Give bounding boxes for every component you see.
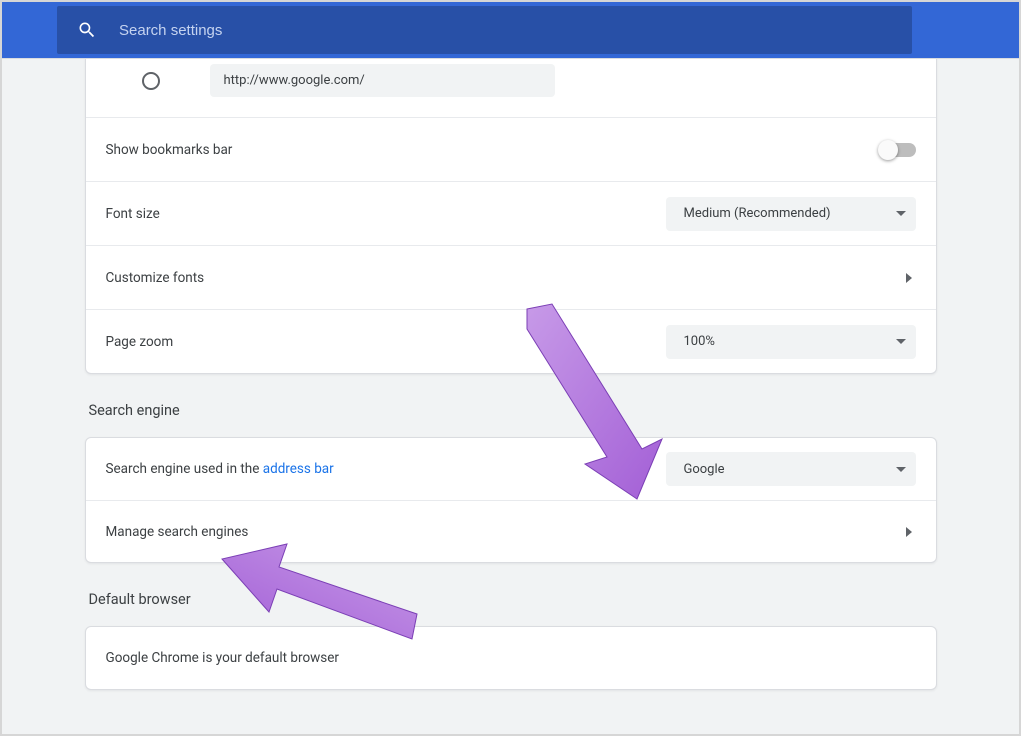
default-browser-row: Google Chrome is your default browser	[86, 627, 936, 689]
bookmarks-bar-toggle[interactable]	[880, 143, 916, 157]
chevron-down-icon	[896, 211, 906, 216]
default-browser-card: Google Chrome is your default browser	[85, 626, 937, 690]
page-zoom-value: 100%	[684, 334, 896, 349]
page-zoom-select[interactable]: 100%	[666, 325, 916, 359]
customize-fonts-label: Customize fonts	[106, 270, 906, 286]
homepage-row[interactable]: http://www.google.com/	[86, 58, 936, 117]
default-browser-section-title: Default browser	[89, 591, 937, 608]
search-engine-row: Search engine used in the address bar Go…	[86, 438, 936, 500]
font-size-select[interactable]: Medium (Recommended)	[666, 197, 916, 231]
homepage-url-field[interactable]: http://www.google.com/	[210, 64, 555, 97]
manage-search-engines-row[interactable]: Manage search engines	[86, 500, 936, 562]
font-size-label: Font size	[106, 206, 666, 222]
top-banner	[2, 2, 1019, 58]
search-engine-card: Search engine used in the address bar Go…	[85, 437, 937, 563]
search-input[interactable]	[119, 22, 892, 39]
customize-fonts-row[interactable]: Customize fonts	[86, 245, 936, 309]
default-browser-status: Google Chrome is your default browser	[106, 650, 916, 666]
content-area: http://www.google.com/ Show bookmarks ba…	[2, 58, 1019, 734]
toggle-knob-icon	[878, 140, 898, 160]
search-engine-value: Google	[684, 462, 896, 477]
address-bar-link[interactable]: address bar	[263, 461, 334, 477]
page-zoom-row: Page zoom 100%	[86, 309, 936, 373]
search-engine-select[interactable]: Google	[666, 452, 916, 486]
bookmarks-bar-row: Show bookmarks bar	[86, 117, 936, 181]
chevron-down-icon	[896, 339, 906, 344]
search-icon	[77, 20, 97, 40]
radio-icon[interactable]	[142, 72, 160, 90]
chevron-right-icon	[906, 273, 912, 283]
chevron-right-icon	[906, 527, 912, 537]
font-size-value: Medium (Recommended)	[684, 206, 896, 221]
search-engine-section-title: Search engine	[89, 402, 937, 419]
search-bar[interactable]	[57, 6, 912, 54]
appearance-card: http://www.google.com/ Show bookmarks ba…	[85, 58, 937, 374]
search-engine-used-label: Search engine used in the address bar	[106, 461, 666, 477]
chevron-down-icon	[896, 467, 906, 472]
font-size-row: Font size Medium (Recommended)	[86, 181, 936, 245]
page-zoom-label: Page zoom	[106, 334, 666, 350]
bookmarks-bar-label: Show bookmarks bar	[106, 142, 880, 158]
manage-search-engines-label: Manage search engines	[106, 524, 906, 540]
